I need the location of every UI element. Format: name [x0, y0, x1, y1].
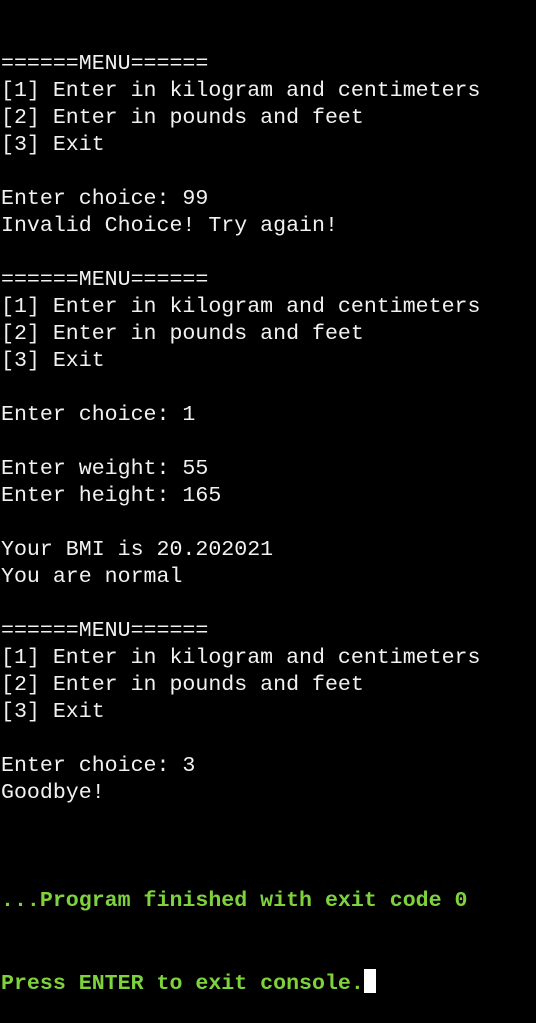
- output-line: ======MENU======: [1, 52, 209, 76]
- output-line: You are normal: [1, 565, 183, 589]
- output-line: Enter choice: 3: [1, 754, 196, 778]
- output-line: Invalid Choice! Try again!: [1, 214, 338, 238]
- output-line: [1] Enter in kilogram and centimeters: [1, 79, 481, 103]
- exit-status-line: ...Program finished with exit code 0: [1, 889, 468, 913]
- output-line: [3] Exit: [1, 700, 105, 724]
- terminal-output[interactable]: ======MENU====== [1] Enter in kilogram an…: [1, 0, 480, 1023]
- output-line: ======MENU======: [1, 619, 209, 643]
- output-line: ======MENU======: [1, 268, 209, 292]
- output-line: [3] Exit: [1, 349, 105, 373]
- output-line: [3] Exit: [1, 133, 105, 157]
- output-line: [2] Enter in pounds and feet: [1, 322, 364, 346]
- output-line: [2] Enter in pounds and feet: [1, 106, 364, 130]
- press-enter-text: Press ENTER to exit console.: [1, 972, 364, 996]
- output-line: Goodbye!: [1, 781, 105, 805]
- text-cursor[interactable]: [363, 969, 376, 993]
- output-line: Enter choice: 1: [1, 403, 196, 427]
- output-line: Your BMI is 20.202021: [1, 538, 274, 562]
- output-line: [1] Enter in kilogram and centimeters: [1, 295, 481, 319]
- output-line: [2] Enter in pounds and feet: [1, 673, 364, 697]
- output-line: [1] Enter in kilogram and centimeters: [1, 646, 481, 670]
- press-enter-prompt: Press ENTER to exit console.: [1, 969, 480, 996]
- output-line: Enter height: 165: [1, 484, 222, 508]
- output-lines: ======MENU====== [1] Enter in kilogram an…: [1, 51, 480, 834]
- output-line: Enter choice: 99: [1, 187, 209, 211]
- output-line: Enter weight: 55: [1, 457, 209, 481]
